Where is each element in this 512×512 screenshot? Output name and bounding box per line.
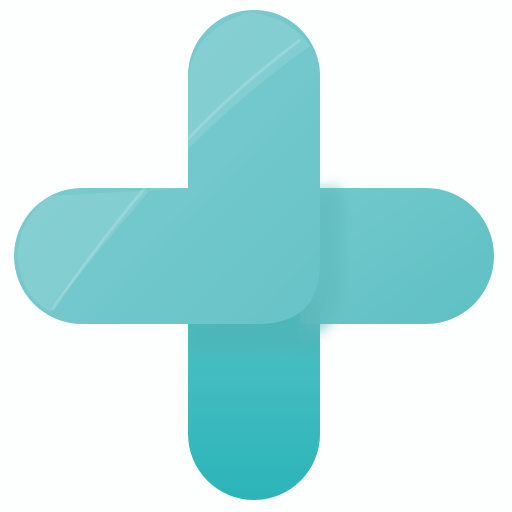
medical-cross-icon [14, 10, 494, 500]
app-icon-canvas [0, 0, 512, 512]
